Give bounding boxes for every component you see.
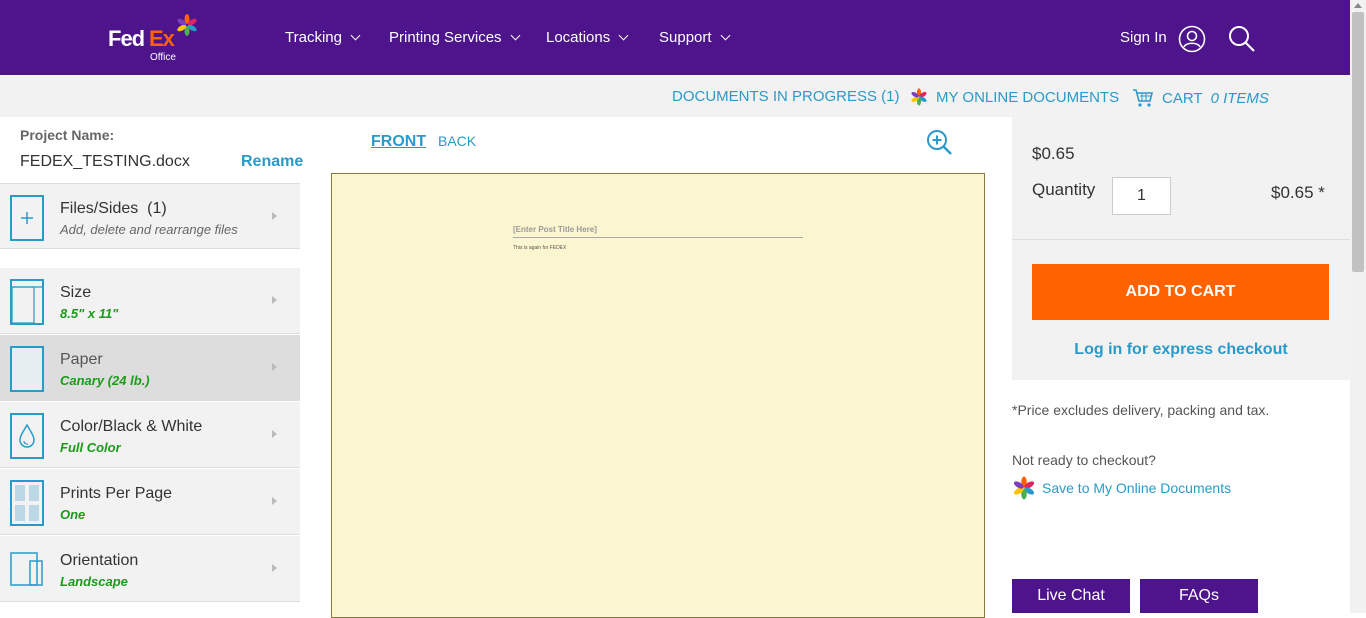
page-size-icon: [10, 279, 44, 325]
option-paper-title: Paper: [60, 351, 103, 368]
shopping-cart-icon: [1133, 89, 1154, 107]
option-color-title: Color/Black & White: [60, 418, 203, 435]
sub-bar: DOCUMENTS IN PROGRESS (1) MY ONLINE DOCU…: [0, 75, 1350, 117]
divider: [1012, 239, 1350, 240]
zoom-in-icon[interactable]: [925, 128, 953, 156]
nav-tracking-label: Tracking: [285, 29, 342, 46]
add-to-cart-button[interactable]: ADD TO CART: [1032, 264, 1329, 320]
option-prints-per-page[interactable]: Prints Per Page One: [0, 469, 300, 535]
pricing-panel: $0.65 Quantity 1 $0.65 * ADD TO CART Log…: [1012, 117, 1350, 380]
caret-right-icon: [272, 497, 277, 505]
my-online-documents-link[interactable]: MY ONLINE DOCUMENTS: [910, 88, 1119, 106]
option-paper-sub: Canary (24 lb.): [60, 373, 150, 388]
nav-support-label: Support: [659, 29, 712, 46]
orientation-icon: [10, 547, 44, 593]
quantity-input[interactable]: 1: [1112, 177, 1171, 215]
option-orientation-title: Orientation: [60, 552, 139, 569]
live-chat-button[interactable]: Live Chat: [1012, 579, 1130, 613]
chevron-down-icon: [510, 30, 520, 41]
top-nav: Fed Ex Office Tracking Printing Services…: [0, 0, 1350, 75]
chevron-down-icon: [720, 30, 730, 41]
caret-right-icon: [272, 363, 277, 371]
save-to-online-documents-link[interactable]: Save to My Online Documents: [1012, 476, 1231, 500]
option-size-title: Size: [60, 284, 92, 301]
option-color[interactable]: Color/Black & White Full Color: [0, 402, 300, 468]
cart-link[interactable]: CART 0 ITEMS: [1132, 88, 1269, 108]
nav-locations[interactable]: Locations: [546, 29, 629, 46]
add-file-icon: [10, 195, 44, 241]
scroll-up-arrow-icon[interactable]: [1354, 3, 1362, 8]
fedex-office-logo[interactable]: Fed Ex Office: [108, 14, 208, 66]
caret-right-icon: [272, 296, 277, 304]
quantity-label: Quantity: [1032, 180, 1096, 199]
not-ready-text: Not ready to checkout?: [1012, 452, 1156, 468]
document-preview: [Enter Post Title Here] This is again fo…: [331, 173, 985, 618]
caret-right-icon: [272, 430, 277, 438]
my-online-documents-label: MY ONLINE DOCUMENTS: [936, 88, 1120, 106]
price-exclusion-note: *Price excludes delivery, packing and ta…: [1012, 402, 1270, 418]
logo-fed-text: Fed: [108, 26, 145, 51]
option-paper[interactable]: Paper Canary (24 lb.): [0, 335, 300, 401]
options-panel: Project Name: FEDEX_TESTING.docx Rename …: [0, 117, 303, 613]
online-documents-star-icon: [1013, 476, 1035, 500]
nav-locations-label: Locations: [546, 29, 611, 46]
option-files-sides-sub: Add, delete and rearrange files: [60, 222, 238, 237]
total-price: $0.65 *: [1271, 183, 1325, 202]
logo-star-icon: [177, 14, 197, 36]
nav-printing-services[interactable]: Printing Services: [389, 29, 520, 46]
express-checkout-link[interactable]: Log in for express checkout: [1012, 341, 1350, 359]
paper-icon: [10, 346, 44, 392]
save-to-online-documents-label: Save to My Online Documents: [1042, 480, 1232, 496]
ink-drop-icon: [10, 413, 44, 459]
faqs-button[interactable]: FAQs: [1140, 579, 1258, 613]
option-files-sides[interactable]: Files/Sides (1) Add, delete and rearrang…: [0, 183, 300, 249]
cart-items-count: 0 ITEMS: [1210, 89, 1269, 107]
tab-back[interactable]: BACK: [438, 133, 476, 149]
caret-right-icon: [272, 212, 277, 220]
document-body-text: This is again for FEDEX: [513, 245, 567, 251]
option-size[interactable]: Size 8.5" x 11": [0, 268, 300, 334]
logo-office-text: Office: [150, 52, 176, 63]
cart-label: CART: [1162, 89, 1203, 107]
option-color-sub: Full Color: [60, 440, 121, 455]
option-orientation[interactable]: Orientation Landscape: [0, 536, 300, 602]
option-files-sides-title: Files/Sides (1): [60, 200, 167, 217]
user-account-icon[interactable]: [1178, 25, 1206, 53]
rename-link[interactable]: Rename: [241, 153, 303, 171]
nav-printing-services-label: Printing Services: [389, 29, 502, 46]
online-documents-star-icon: [911, 88, 927, 106]
nav-tracking[interactable]: Tracking: [285, 29, 361, 46]
option-size-sub: 8.5" x 11": [60, 306, 119, 321]
prints-per-page-icon: [10, 480, 44, 526]
scrollbar-thumb[interactable]: [1352, 12, 1364, 272]
caret-right-icon: [272, 564, 277, 572]
option-prints-per-page-title: Prints Per Page: [60, 485, 173, 502]
option-prints-per-page-sub: One: [60, 507, 86, 522]
unit-price: $0.65: [1032, 144, 1075, 163]
option-orientation-sub: Landscape: [60, 574, 128, 589]
document-title-text: [Enter Post Title Here]: [513, 225, 803, 238]
project-name-value: FEDEX_TESTING.docx: [20, 153, 190, 170]
tab-front[interactable]: FRONT: [371, 133, 426, 151]
chevron-down-icon: [350, 30, 361, 41]
chevron-down-icon: [618, 30, 629, 41]
search-icon[interactable]: [1228, 25, 1256, 53]
nav-support[interactable]: Support: [659, 29, 730, 46]
documents-in-progress-link[interactable]: DOCUMENTS IN PROGRESS (1): [672, 88, 900, 105]
project-name-label: Project Name:: [20, 127, 115, 143]
logo-ex-text: Ex: [149, 26, 175, 51]
sign-in-link[interactable]: Sign In: [1120, 29, 1167, 46]
